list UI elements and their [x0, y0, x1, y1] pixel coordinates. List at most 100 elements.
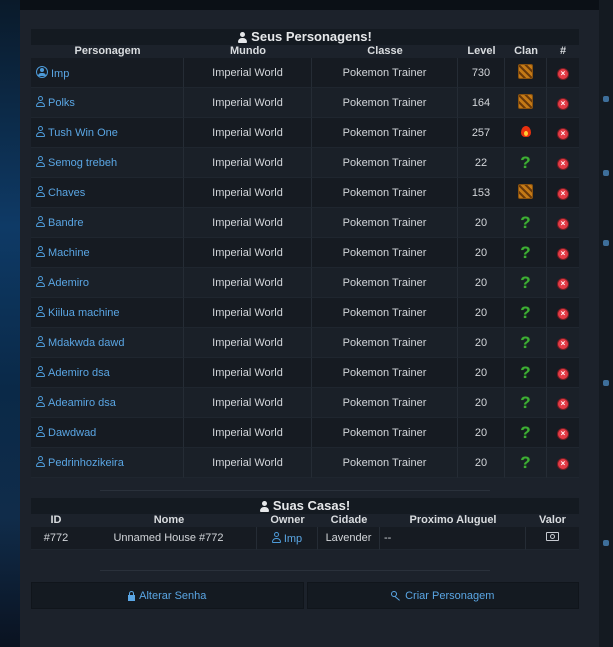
houses-title: Suas Casas! [31, 498, 579, 514]
character-name-cell[interactable]: Mdakwda dawd [31, 328, 184, 358]
delete-icon[interactable]: × [558, 188, 568, 199]
character-delete-cell[interactable]: × [547, 148, 579, 178]
house-row: #772 Unnamed House #772 Imp Lavender -- [31, 527, 579, 550]
delete-icon[interactable]: × [558, 368, 568, 379]
create-character-button[interactable]: Criar Personagem [306, 582, 579, 609]
character-name[interactable]: Tush Win One [48, 127, 118, 139]
character-world: Imperial World [184, 418, 312, 448]
user-outline-icon [36, 306, 45, 317]
create-character-label: Criar Personagem [405, 589, 495, 602]
character-delete-cell[interactable]: × [547, 388, 579, 418]
user-outline-icon [36, 456, 45, 467]
delete-icon[interactable]: × [558, 308, 568, 319]
character-name-cell[interactable]: Pedrinhozikeira [31, 448, 184, 478]
character-row: Imp Imperial World Pokemon Trainer 730 × [31, 58, 579, 88]
character-name-cell[interactable]: Imp [31, 58, 184, 88]
character-name-cell[interactable]: Dawdwad [31, 418, 184, 448]
character-name[interactable]: Bandre [48, 217, 83, 229]
character-clan: ? [505, 448, 547, 478]
delete-icon[interactable]: × [558, 278, 568, 289]
house-value[interactable] [526, 527, 579, 550]
delete-icon[interactable]: × [558, 248, 568, 259]
question-icon: ? [520, 393, 531, 412]
col-header-action: # [547, 45, 579, 58]
character-world: Imperial World [184, 148, 312, 178]
character-class: Pokemon Trainer [312, 358, 458, 388]
user-outline-icon [36, 186, 45, 197]
character-delete-cell[interactable]: × [547, 328, 579, 358]
fire-icon [520, 124, 532, 138]
character-delete-cell[interactable]: × [547, 58, 579, 88]
character-delete-cell[interactable]: × [547, 358, 579, 388]
house-owner[interactable]: Imp [257, 527, 318, 550]
delete-icon[interactable]: × [558, 68, 568, 79]
character-world: Imperial World [184, 328, 312, 358]
character-name[interactable]: Imp [51, 68, 69, 80]
character-name[interactable]: Machine [48, 247, 90, 259]
character-world: Imperial World [184, 388, 312, 418]
character-level: 20 [458, 298, 505, 328]
character-name[interactable]: Pedrinhozikeira [48, 457, 124, 469]
character-name[interactable]: Adeamiro dsa [48, 397, 116, 409]
character-row: Machine Imperial World Pokemon Trainer 20? × [31, 238, 579, 268]
background-left [0, 0, 20, 647]
character-clan: ? [505, 298, 547, 328]
house-owner-name[interactable]: Imp [284, 533, 302, 545]
character-name[interactable]: Kiilua machine [48, 307, 120, 319]
character-name-cell[interactable]: Chaves [31, 178, 184, 208]
character-name[interactable]: Mdakwda dawd [48, 337, 124, 349]
section-divider [100, 490, 490, 491]
character-name[interactable]: Polks [48, 97, 75, 109]
character-name-cell[interactable]: Semog trebeh [31, 148, 184, 178]
question-icon: ? [520, 363, 531, 382]
money-icon[interactable] [546, 532, 559, 541]
character-delete-cell[interactable]: × [547, 298, 579, 328]
character-delete-cell[interactable]: × [547, 208, 579, 238]
character-name-cell[interactable]: Bandre [31, 208, 184, 238]
col-header-class: Classe [312, 45, 458, 58]
delete-icon[interactable]: × [558, 218, 568, 229]
character-class: Pokemon Trainer [312, 268, 458, 298]
delete-icon[interactable]: × [558, 128, 568, 139]
character-delete-cell[interactable]: × [547, 238, 579, 268]
character-delete-cell[interactable]: × [547, 418, 579, 448]
delete-icon[interactable]: × [558, 428, 568, 439]
character-world: Imperial World [184, 268, 312, 298]
house-name: Unnamed House #772 [81, 527, 257, 550]
character-delete-cell[interactable]: × [547, 118, 579, 148]
character-delete-cell[interactable]: × [547, 268, 579, 298]
character-name-cell[interactable]: Machine [31, 238, 184, 268]
character-name[interactable]: Semog trebeh [48, 157, 117, 169]
delete-icon[interactable]: × [558, 458, 568, 469]
character-name[interactable]: Dawdwad [48, 427, 96, 439]
change-password-button[interactable]: Alterar Senha [31, 582, 304, 609]
character-name[interactable]: Ademiro dsa [48, 367, 110, 379]
delete-icon[interactable]: × [558, 158, 568, 169]
character-world: Imperial World [184, 238, 312, 268]
question-icon: ? [520, 273, 531, 292]
character-name-cell[interactable]: Adeamiro dsa [31, 388, 184, 418]
character-name-cell[interactable]: Polks [31, 88, 184, 118]
characters-section: Seus Personagens! Personagem Mundo Class… [31, 29, 579, 478]
character-name-cell[interactable]: Kiilua machine [31, 298, 184, 328]
house-city: Lavender [318, 527, 380, 550]
character-level: 22 [458, 148, 505, 178]
character-name[interactable]: Ademiro [48, 277, 89, 289]
character-delete-cell[interactable]: × [547, 88, 579, 118]
delete-icon[interactable]: × [558, 338, 568, 349]
characters-title-text: Seus Personagens! [251, 29, 372, 44]
col-header-city: Cidade [318, 514, 380, 527]
character-name[interactable]: Chaves [48, 187, 85, 199]
character-row: Ademiro Imperial World Pokemon Trainer 20? × [31, 268, 579, 298]
character-level: 20 [458, 238, 505, 268]
question-icon: ? [520, 213, 531, 232]
delete-icon[interactable]: × [558, 398, 568, 409]
character-name-cell[interactable]: Ademiro dsa [31, 358, 184, 388]
change-password-label: Alterar Senha [139, 589, 207, 602]
character-delete-cell[interactable]: × [547, 178, 579, 208]
character-delete-cell[interactable]: × [547, 448, 579, 478]
character-name-cell[interactable]: Tush Win One [31, 118, 184, 148]
character-class: Pokemon Trainer [312, 178, 458, 208]
character-name-cell[interactable]: Ademiro [31, 268, 184, 298]
delete-icon[interactable]: × [558, 98, 568, 109]
